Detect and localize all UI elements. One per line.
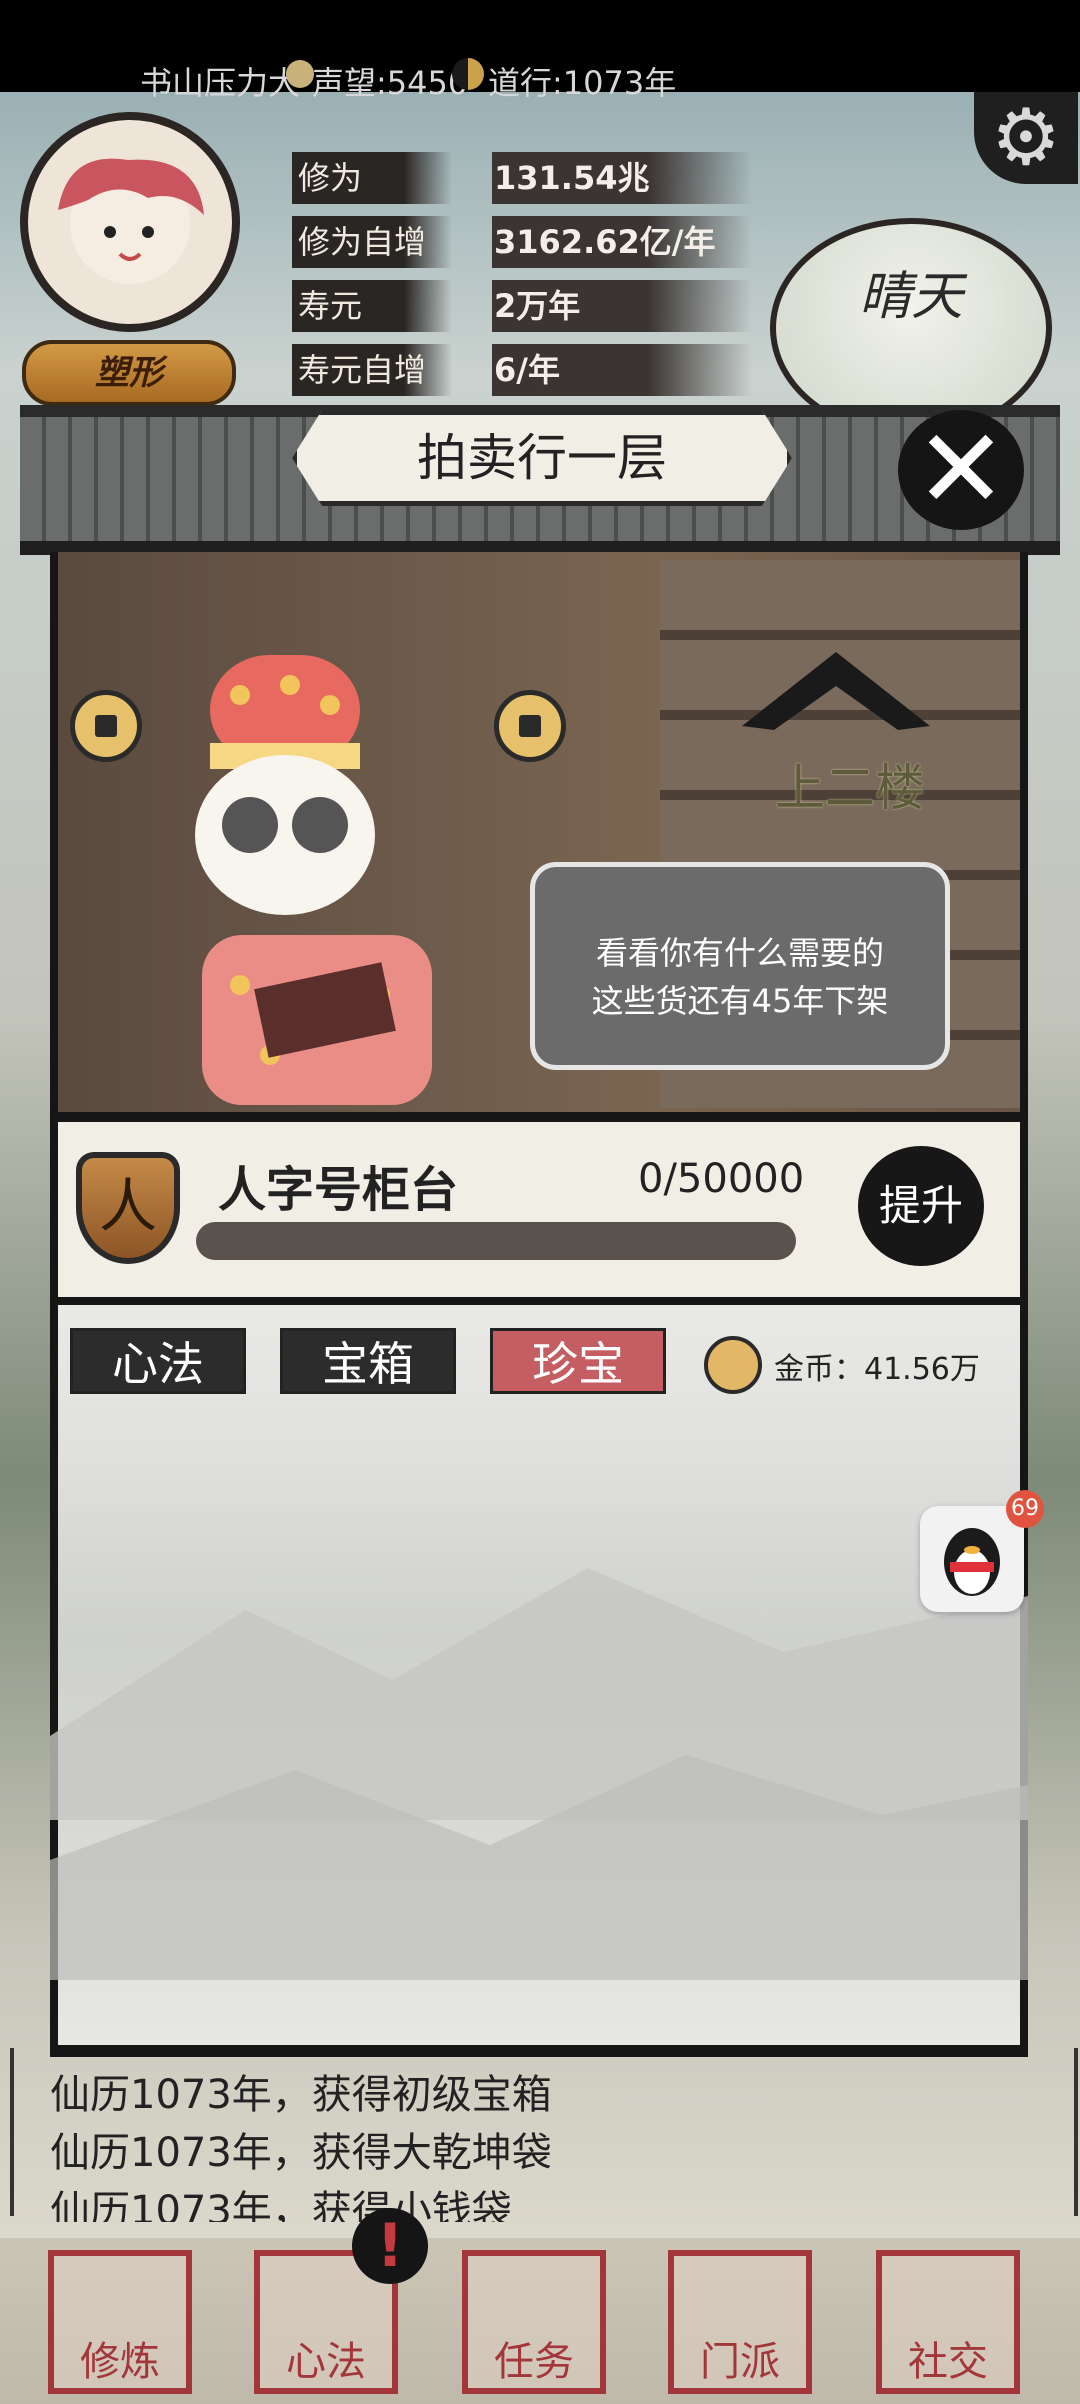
stat-label: 修为自增	[292, 216, 452, 268]
reputation-text: 声望:5450	[312, 64, 469, 102]
gold-coin-icon	[704, 1336, 762, 1394]
shape-button[interactable]: 塑形	[22, 340, 236, 406]
tab-heart-method[interactable]: 心法	[70, 1328, 246, 1394]
counter-progress-bar	[196, 1222, 796, 1260]
log-line: 仙历1073年，获得小钱袋	[50, 2188, 512, 2222]
upgrade-button[interactable]: 提升	[858, 1146, 984, 1266]
coin-ornament-icon	[494, 690, 566, 762]
log-line: 仙历1073年，获得初级宝箱	[50, 2072, 552, 2118]
panel-title: 拍卖行一层	[292, 410, 792, 506]
nav-sect[interactable]: 门派	[668, 2250, 812, 2394]
counter-progress-text: 0/50000	[638, 1156, 805, 1202]
coin-ornament-icon	[70, 690, 142, 762]
merchant-speech-bubble: 看看你有什么需要的 这些货还有45年下架	[530, 862, 950, 1070]
upstairs-label[interactable]: 上二楼	[730, 748, 970, 818]
speech-line: 看看你有什么需要的	[595, 934, 884, 972]
log-line: 仙历1073年，获得大乾坤袋	[50, 2130, 552, 2176]
player-name: 书山压力大	[140, 64, 301, 102]
qq-penguin-icon	[944, 1528, 1000, 1596]
reputation-icon	[286, 60, 314, 88]
weather-text: 晴天	[858, 267, 963, 327]
alert-exclamation-icon: !	[352, 2208, 428, 2284]
upstairs-arrow-icon[interactable]	[738, 646, 934, 742]
stat-label: 寿元自增	[292, 344, 452, 396]
stat-row-lifespan-rate: 寿元自增 6/年	[292, 344, 772, 396]
dao-text: 道行:1073年	[488, 64, 677, 102]
gold-amount: 金币：41.56万	[774, 1352, 980, 1387]
stat-row-cultivation: 修为 131.54兆	[292, 152, 772, 204]
close-button[interactable]: ✕	[898, 410, 1024, 530]
stat-value: 131.54兆	[492, 152, 752, 204]
stat-row-lifespan: 寿元 2万年	[292, 280, 772, 332]
counter-badge: 人	[76, 1152, 180, 1264]
notification-badge: 69	[1006, 1490, 1044, 1528]
stat-label: 寿元	[292, 280, 452, 332]
stat-label: 修为	[292, 152, 452, 204]
stat-value: 3162.62亿/年	[492, 216, 752, 268]
nav-social[interactable]: 社交	[876, 2250, 1020, 2394]
stat-row-cultivation-rate: 修为自增 3162.62亿/年	[292, 216, 772, 268]
nav-cultivate[interactable]: 修炼	[48, 2250, 192, 2394]
tab-treasure-chest[interactable]: 宝箱	[280, 1328, 456, 1394]
avatar-portrait-icon	[58, 158, 204, 284]
yin-yang-icon	[452, 58, 484, 90]
stat-value: 6/年	[492, 344, 752, 396]
nav-tasks[interactable]: 任务	[462, 2250, 606, 2394]
stat-value: 2万年	[492, 280, 752, 332]
qq-floating-button[interactable]	[920, 1506, 1024, 1612]
counter-name: 人字号柜台	[218, 1162, 459, 1218]
player-avatar[interactable]	[20, 112, 240, 332]
tab-rare-treasure[interactable]: 珍宝	[490, 1328, 666, 1394]
event-log: 仙历1073年，获得初级宝箱 仙历1073年，获得大乾坤袋 仙历1073年，获得…	[50, 2066, 1030, 2222]
merchant-figure	[140, 635, 510, 1105]
speech-line: 这些货还有45年下架	[591, 982, 889, 1020]
